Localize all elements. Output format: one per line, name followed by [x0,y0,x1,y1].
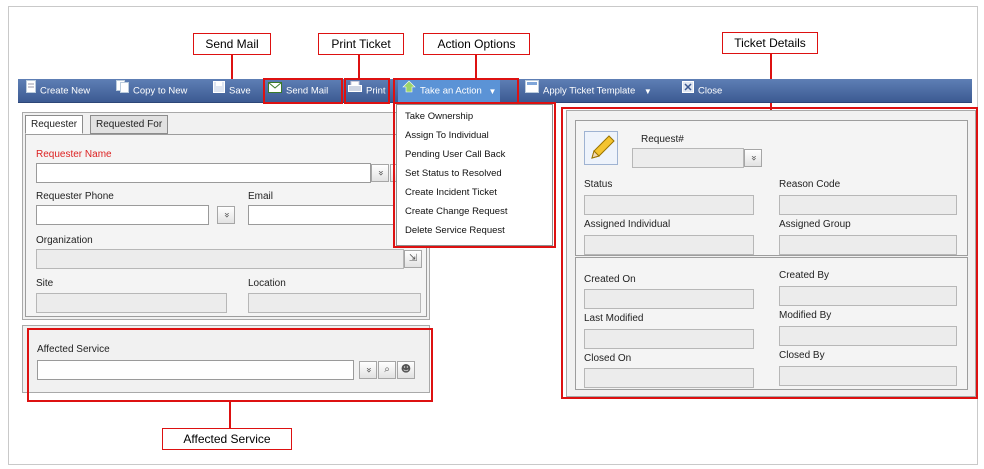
chevron-down-icon: » [375,169,386,177]
organization-field [36,249,404,269]
callout-send-mail: Send Mail [193,33,271,55]
highlight-ticket-details [561,107,978,399]
chevron-down-icon: ▼ [643,86,652,96]
callout-line-action-options [475,55,477,80]
tab-requested-for[interactable]: Requested For [90,115,169,134]
highlight-print [344,78,390,104]
requester-panel: Requester Requested For Requester Name »… [22,112,430,320]
email-field[interactable] [248,205,394,225]
location-label: Location [248,278,286,289]
link-icon: ⇲ [408,253,418,264]
template-icon [525,79,539,103]
apply-template-label: Apply Ticket Template [543,85,636,97]
callout-ticket-details: Ticket Details [722,32,818,54]
create-new-label: Create New [40,85,91,97]
create-new-button[interactable]: Create New [26,79,90,103]
apply-template-button[interactable]: Apply Ticket Template ▼ [525,79,652,103]
organization-link-button[interactable]: ⇲ [404,250,422,268]
callout-line-affected-service [229,402,231,428]
site-label: Site [36,278,54,289]
copy-icon [116,79,129,103]
email-label: Email [248,191,274,202]
phone-dropdown[interactable]: » [217,206,235,224]
chevron-down-icon: » [221,211,232,219]
close-label: Close [698,85,723,97]
save-label: Save [229,85,251,97]
requester-name-label: Requester Name [36,149,112,160]
highlight-affected-service [27,328,433,402]
callout-line-send-mail [231,55,233,81]
location-field [248,293,421,313]
copy-to-new-button[interactable]: Copy to New [116,79,187,103]
organization-label: Organization [36,235,93,246]
site-field [36,293,227,313]
tab-requester[interactable]: Requester [25,115,84,134]
highlight-send-mail [263,78,343,104]
close-button[interactable]: Close [682,79,722,103]
close-icon [682,79,694,103]
callout-affected-service: Affected Service [162,428,292,450]
new-document-icon [26,79,36,103]
highlight-take-action [393,78,519,104]
requester-name-field[interactable] [36,163,371,183]
requester-phone-field[interactable] [36,205,209,225]
floppy-disk-icon [213,79,225,103]
save-button[interactable]: Save [213,79,251,103]
copy-to-new-label: Copy to New [133,85,188,97]
requester-phone-label: Requester Phone [36,191,114,202]
callout-print-ticket: Print Ticket [318,33,404,55]
requester-name-dropdown[interactable]: » [371,164,389,182]
highlight-action-menu [393,102,556,248]
callout-line-print-ticket [358,55,360,80]
callout-action-options: Action Options [423,33,530,55]
requester-form: Requester Name » ⌕ Requester Phone » Ema… [25,134,427,317]
